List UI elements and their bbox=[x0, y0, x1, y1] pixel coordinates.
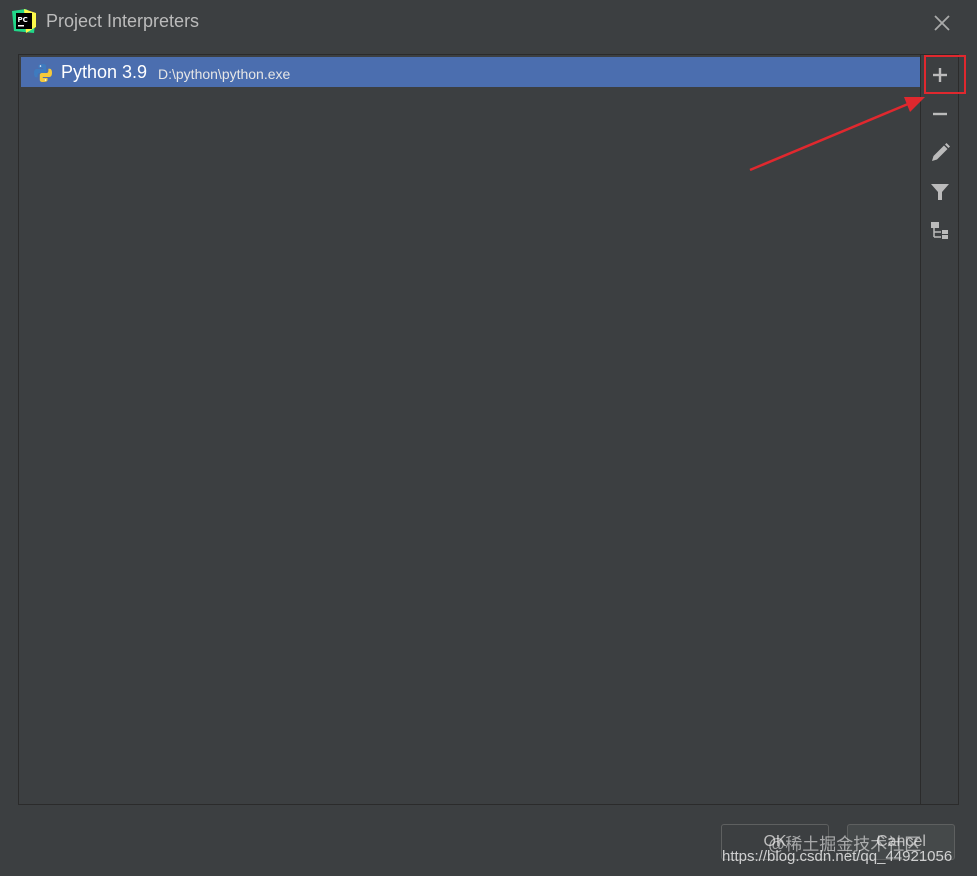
side-toolbar bbox=[921, 54, 959, 805]
tree-icon[interactable] bbox=[927, 218, 953, 244]
python-icon bbox=[33, 63, 53, 83]
close-icon[interactable] bbox=[929, 10, 955, 36]
minus-icon[interactable] bbox=[927, 101, 953, 127]
interpreter-path: D:\python\python.exe bbox=[158, 66, 291, 82]
dialog-title: Project Interpreters bbox=[46, 11, 200, 31]
annotation-highlight-box bbox=[924, 55, 966, 94]
title-bar: PC Project Interpreters bbox=[0, 0, 977, 44]
interpreter-name: Python 3.9 bbox=[61, 62, 148, 82]
filter-icon[interactable] bbox=[927, 179, 953, 205]
pencil-icon[interactable] bbox=[927, 140, 953, 166]
svg-text:PC: PC bbox=[18, 16, 28, 24]
interpreter-row-python39[interactable]: Python 3.9 D:\python\python.exe bbox=[21, 57, 920, 87]
watermark-url: https://blog.csdn.net/qq_44921056 bbox=[722, 848, 953, 865]
pycharm-icon: PC bbox=[12, 9, 36, 33]
interpreter-list[interactable]: Python 3.9 D:\python\python.exe bbox=[18, 54, 921, 805]
